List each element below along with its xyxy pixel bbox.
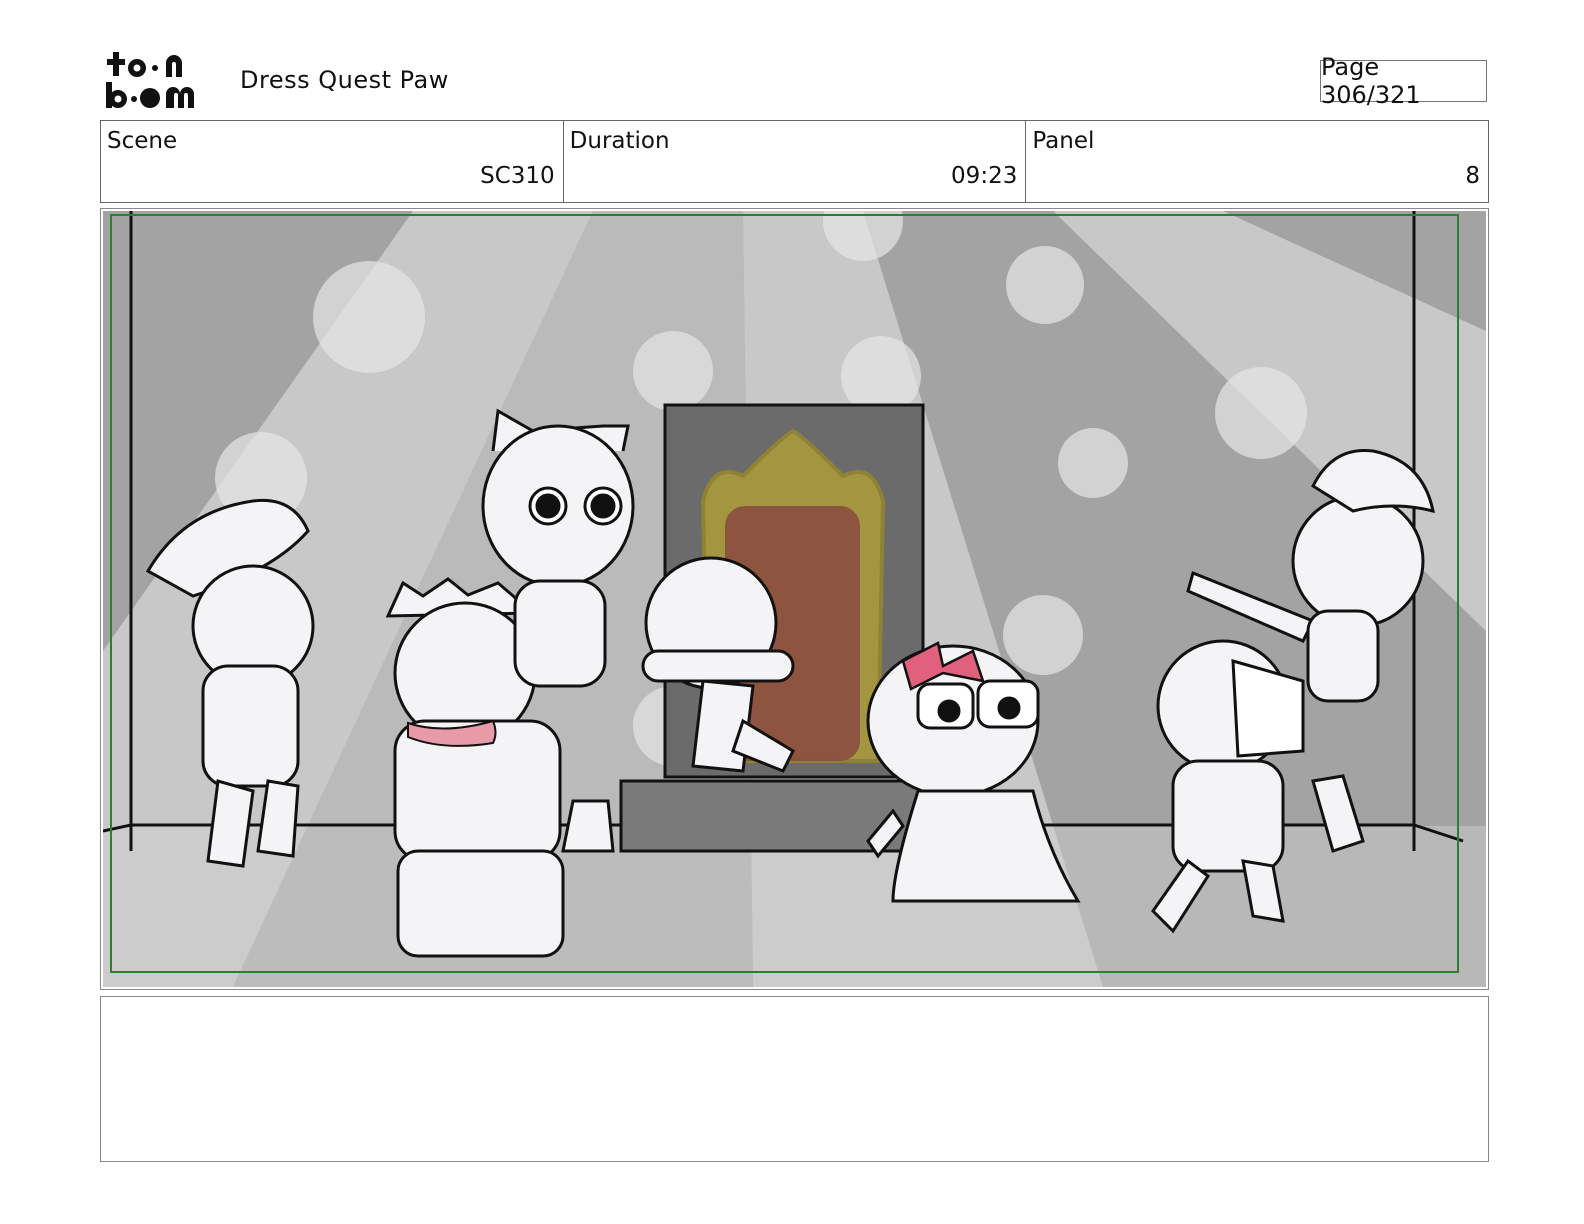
storyboard-panel xyxy=(100,208,1489,990)
panel-illustration xyxy=(103,211,1486,987)
duration-cell: Duration 09:23 xyxy=(564,121,1027,202)
panel-value: 8 xyxy=(1465,163,1481,189)
duration-label: Duration xyxy=(569,128,670,154)
duration-value: 09:23 xyxy=(951,163,1018,189)
scene-value: SC310 xyxy=(480,163,555,189)
page-indicator: Page 306/321 xyxy=(1320,53,1487,109)
scene-cell: Scene SC310 xyxy=(101,121,564,202)
toon-boom-logo xyxy=(106,52,194,108)
storyboard-info-table: Scene SC310 Duration 09:23 Panel 8 xyxy=(100,120,1489,203)
scene-label: Scene xyxy=(107,128,178,154)
panel-label: Panel xyxy=(1032,128,1095,154)
panel-notes-box xyxy=(100,996,1489,1162)
panel-cell: Panel 8 xyxy=(1026,121,1488,202)
project-title: Dress Quest Paw xyxy=(240,66,449,94)
